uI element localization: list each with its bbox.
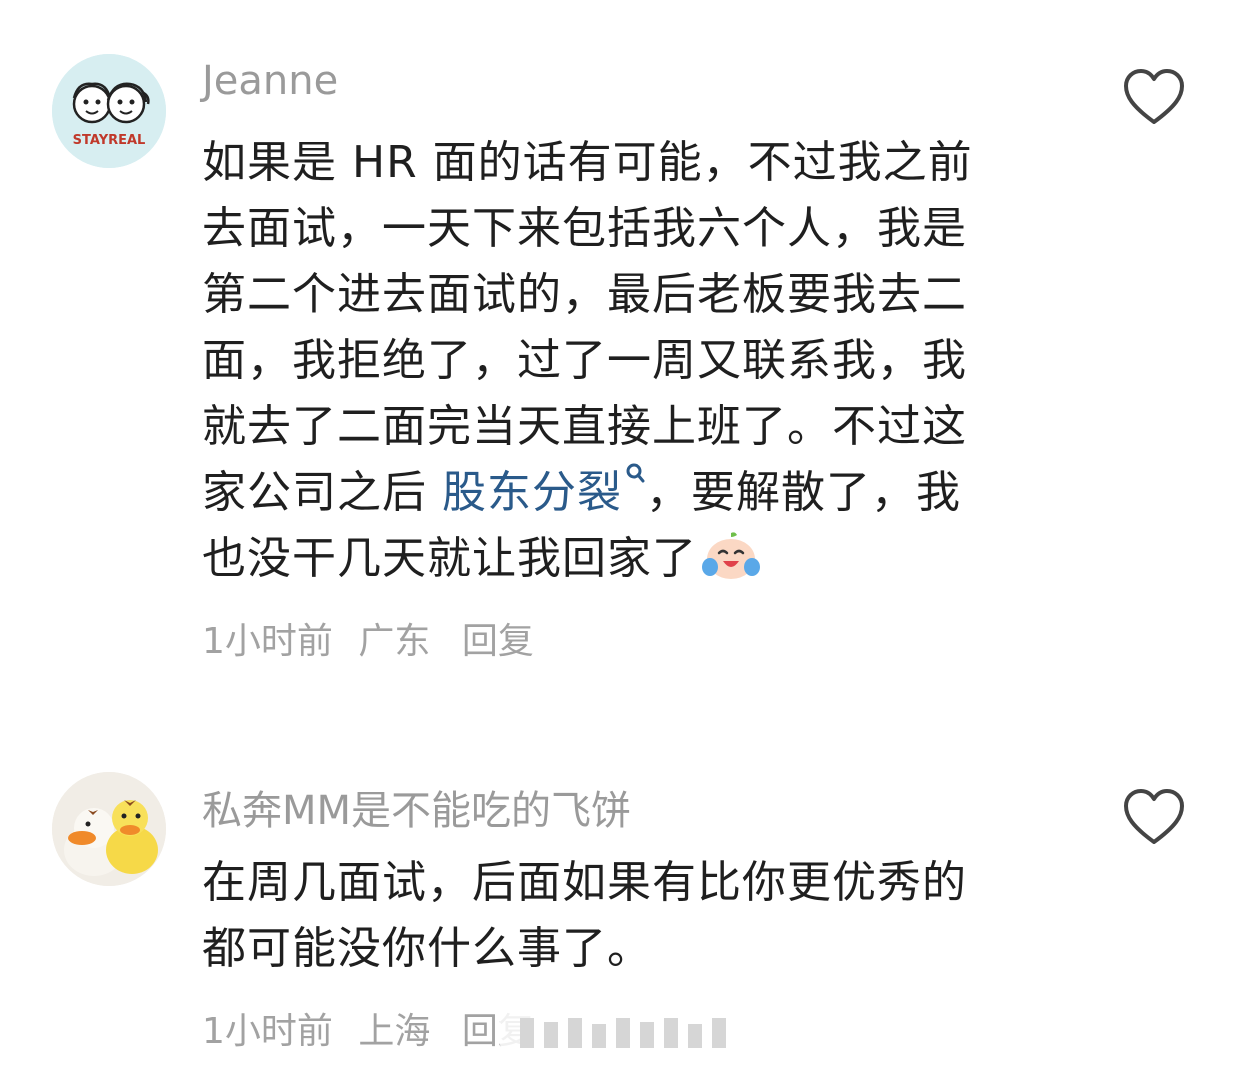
comment-text: 如果是 HR 面的话有可能，不过我之前 去面试，一天下来包括我六个人，我是 第二… [202,130,1042,592]
magnifier-icon [626,463,645,483]
comment-line: 家公司之后 股东分裂 ，要解散了，我 [202,460,1042,526]
like-button[interactable] [1122,788,1186,848]
comment-text: 在周几面试，后面如果有比你更优秀的 都可能没你什么事了。 [202,850,1042,982]
comment-line: 面，我拒绝了，过了一周又联系我，我 [202,335,967,386]
comment-line-part: 也没干几天就让我回家了 [202,533,697,584]
comment-line: 如果是 HR 面的话有可能，不过我之前 [202,137,973,188]
timestamp: 1小时前 [202,1011,333,1052]
reply-button[interactable]: 回复 [462,621,534,662]
comment-meta: 1小时前 上海 回复 [202,1002,548,1054]
username[interactable]: 私奔MM是不能吃的飞饼 [202,778,631,836]
timestamp: 1小时前 [202,621,333,662]
comment-line-part: ，要解散了，我 [646,467,961,518]
topic-link-label: 股东分裂 [442,467,622,518]
comment-line: 第二个进去面试的，最后老板要我去二 [202,269,967,320]
watermark-graphic [500,1010,750,1052]
topic-link[interactable]: 股东分裂 [442,463,646,518]
comment-line: 在周几面试，后面如果有比你更优秀的 [202,857,967,908]
crying-laughing-emoji [702,532,760,579]
comment-line: 去面试，一天下来包括我六个人，我是 [202,203,967,254]
location: 广东 [358,621,431,662]
heart-outline-icon [1124,789,1184,844]
comment-line: 就去了二面完当天直接上班了。不过这 [202,401,967,452]
username[interactable]: Jeanne [202,58,338,104]
avatar-image: STAYREAL [52,54,166,168]
like-button[interactable] [1122,68,1186,128]
heart-outline-icon [1124,69,1184,124]
comment-meta: 1小时前 广东 回复 [202,612,548,664]
location: 上海 [358,1011,431,1052]
comment-line: 也没干几天就让我回家了 [202,526,1042,592]
comment-line: 都可能没你什么事了。 [202,923,652,974]
avatar-image [52,772,166,886]
comment-line-part: 家公司之后 [202,467,442,518]
comment-item: STAYREAL Jeanne 如果是 HR 面的话有可能，不过我之前 去面试，… [0,0,1240,700]
avatar[interactable] [52,772,166,886]
svg-text:STAYREAL: STAYREAL [73,133,146,148]
avatar[interactable]: STAYREAL [52,54,166,168]
